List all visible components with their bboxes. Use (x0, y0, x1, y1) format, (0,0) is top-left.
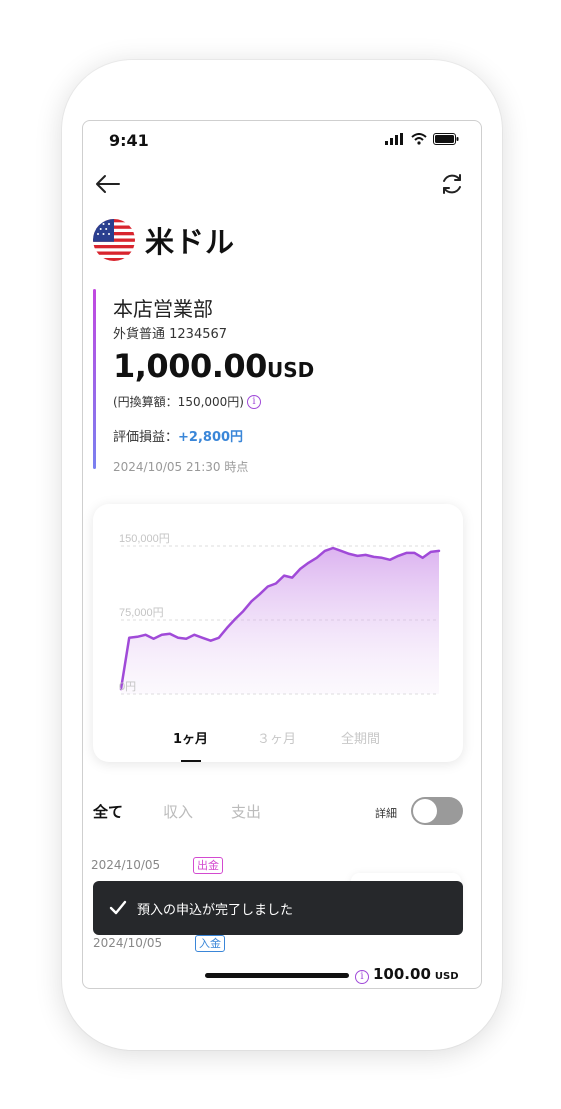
signal-icon (385, 133, 403, 145)
branch-name: 本店営業部 (113, 297, 213, 321)
filter-tab-all[interactable]: 全て (93, 801, 123, 822)
chart-y-tick-label: 0円 (119, 681, 136, 693)
toggle-knob (413, 799, 437, 823)
range-tab-3m[interactable]: ３ヶ月 (257, 728, 296, 747)
status-icons (385, 133, 459, 145)
range-tab-underline (181, 760, 201, 762)
status-time: 9:41 (109, 131, 149, 150)
app-screen: 9:41 米ドル 本店営業部 外貨普通 1234567 1,000.00 USD… (82, 120, 482, 989)
battery-icon (433, 133, 459, 145)
wifi-icon (411, 133, 427, 145)
yen-equivalent-row: (円換算額：150,000円) i (113, 393, 261, 410)
transaction-date: 2024/10/05 (91, 858, 161, 872)
transaction-amount-unit: USD (434, 971, 459, 982)
info-icon[interactable]: i (355, 970, 369, 984)
detail-label: 詳細 (375, 807, 397, 820)
chart-y-tick-label: 75,000円 (119, 607, 164, 619)
refresh-icon[interactable] (439, 171, 465, 197)
valuation-pl-row: 評価損益：+2,800円 (113, 426, 243, 445)
filter-tab-income[interactable]: 収入 (163, 801, 193, 822)
chart-card: 150,000円 75,000円 0円 1ヶ月 ３ヶ月 全期間 (93, 504, 463, 762)
balance-unit: USD (267, 358, 315, 382)
deposit-badge: 入金 (195, 935, 225, 952)
currency-title: 米ドル (145, 225, 236, 259)
transaction-date: 2024/10/05 (93, 936, 163, 950)
range-tab-1m[interactable]: 1ヶ月 (173, 728, 208, 747)
check-icon (109, 900, 127, 915)
toast-message: 預入の申込が完了しました (137, 902, 294, 918)
chart-range-tabs: 1ヶ月 ３ヶ月 全期間 (93, 728, 463, 752)
filter-tab-expense[interactable]: 支出 (231, 801, 261, 822)
account-accent-bar (93, 289, 96, 469)
transaction-amount-value: 100.00 (373, 965, 431, 983)
detail-toggle[interactable] (411, 797, 463, 825)
balance-amount: 1,000.00 (113, 347, 267, 385)
chart-area (121, 548, 439, 694)
chart-y-tick-label: 150,000円 (119, 533, 170, 545)
arrow-left-icon[interactable] (93, 171, 121, 197)
transaction-amount: i 100.00 USD (355, 965, 459, 984)
us-flag-icon (93, 219, 135, 261)
timestamp: 2024/10/05 21:30 時点 (113, 460, 249, 474)
pl-label: 評価損益： (113, 430, 179, 445)
range-tab-all[interactable]: 全期間 (341, 728, 380, 747)
withdrawal-badge: 出金 (193, 857, 223, 874)
yen-equivalent: (円換算額：150,000円) (113, 395, 244, 409)
toast-notification: 預入の申込が完了しました (93, 881, 463, 935)
pl-value: +2,800円 (178, 430, 244, 445)
account-number: 外貨普通 1234567 (113, 327, 228, 342)
home-indicator[interactable] (205, 973, 349, 978)
info-icon[interactable]: i (247, 394, 261, 409)
balance-chart: 150,000円 75,000円 0円 (119, 533, 441, 695)
